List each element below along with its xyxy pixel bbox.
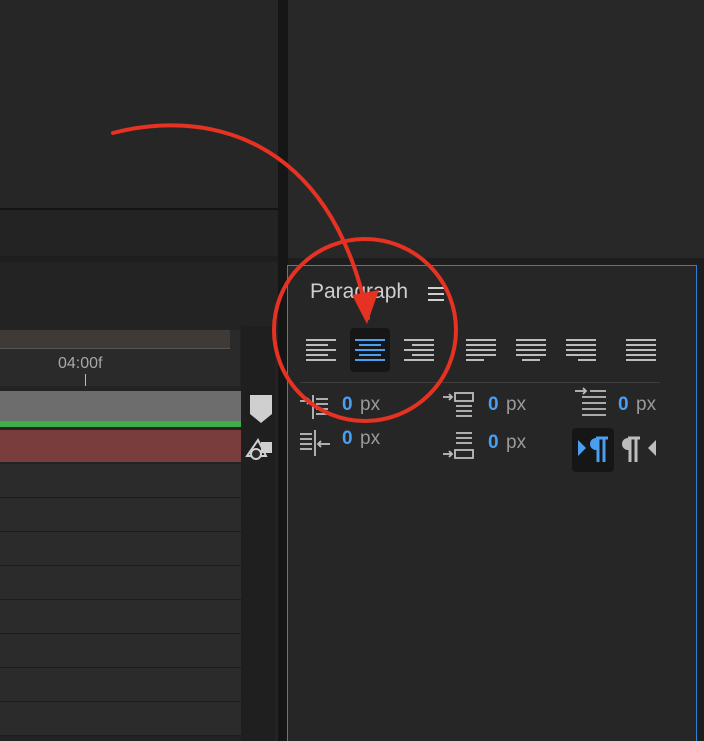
panel-title: Paragraph [310, 280, 409, 303]
timeline-row[interactable] [0, 634, 241, 668]
justify-last-right-button[interactable] [560, 328, 600, 372]
ruler-tick [85, 374, 86, 386]
rtl-paragraph-icon [622, 436, 656, 462]
justify-all-button[interactable] [620, 328, 660, 372]
indent-right-unit: px [360, 428, 381, 449]
marker-icon[interactable] [249, 394, 273, 429]
timeline-row[interactable] [0, 702, 241, 736]
first-line-indent-icon [574, 386, 608, 423]
indent-right-value[interactable]: 0 [342, 428, 353, 450]
space-after-value[interactable]: 0 [488, 432, 499, 454]
work-area-bar[interactable] [0, 330, 230, 349]
right-to-left-button[interactable] [620, 428, 662, 472]
layer-bar[interactable] [0, 391, 241, 421]
justify-all-icon [626, 339, 656, 361]
timeline-row[interactable] [0, 600, 241, 634]
align-left-icon [306, 339, 336, 361]
ltr-paragraph-icon [578, 436, 608, 462]
space-after-icon [442, 430, 476, 467]
layer-bar-selected[interactable] [0, 430, 241, 462]
timeline-row[interactable] [0, 498, 241, 532]
timeline-row[interactable] [0, 668, 241, 702]
panel-divider [0, 208, 278, 210]
timeline-row[interactable] [0, 532, 241, 566]
justify-last-left-icon [466, 339, 496, 361]
ruler-time-label: 04:00f [58, 355, 103, 372]
space-before-icon [442, 391, 476, 426]
timeline-row[interactable] [0, 566, 241, 600]
composition-footer [0, 210, 278, 256]
align-right-button[interactable] [400, 328, 440, 372]
indent-left-unit: px [360, 394, 381, 415]
first-line-indent-value[interactable]: 0 [618, 394, 629, 416]
indent-left-icon [298, 393, 332, 426]
panel-menu-icon[interactable] [427, 286, 445, 307]
justify-last-left-button[interactable] [460, 328, 500, 372]
align-center-icon [355, 339, 385, 361]
align-right-icon [404, 339, 434, 361]
justify-last-center-button[interactable] [510, 328, 550, 372]
left-to-right-button[interactable] [572, 428, 614, 472]
timeline-side-column [241, 326, 275, 741]
justify-last-center-icon [516, 339, 546, 361]
panel-separator [300, 382, 660, 383]
space-before-unit: px [506, 394, 527, 415]
indent-right-icon [298, 428, 332, 463]
space-after-unit: px [506, 432, 527, 453]
space-before-value[interactable]: 0 [488, 394, 499, 416]
upper-right-panel [288, 0, 704, 258]
first-line-indent-unit: px [636, 394, 657, 415]
indent-left-value[interactable]: 0 [342, 394, 353, 416]
align-left-button[interactable] [300, 328, 340, 372]
layer-duration-bar[interactable] [0, 421, 241, 427]
timeline-row[interactable] [0, 464, 241, 498]
justify-last-right-icon [566, 339, 596, 361]
align-center-button[interactable] [350, 328, 390, 372]
shape-layer-icon[interactable] [244, 434, 274, 467]
